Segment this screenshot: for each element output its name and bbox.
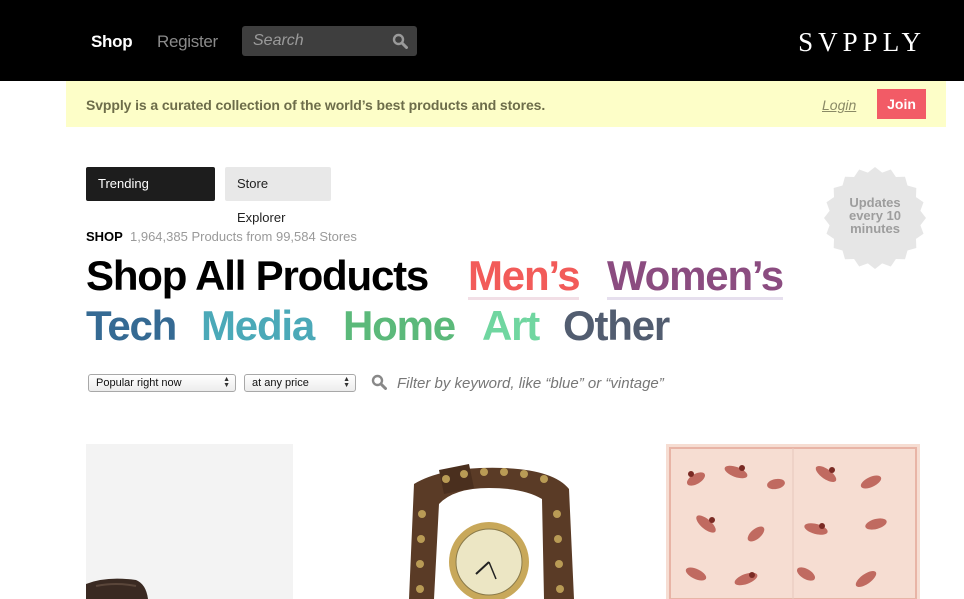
sort-select-value: Popular right now <box>96 377 182 389</box>
select-arrows-icon: ▲ ▼ <box>343 376 350 389</box>
category-home[interactable]: Home <box>343 302 456 350</box>
product-card[interactable] <box>86 444 293 599</box>
nav-register-link[interactable]: Register <box>157 32 218 52</box>
price-select-value: at any price <box>252 377 309 389</box>
category-tech[interactable]: Tech <box>86 302 177 350</box>
category-all-products[interactable]: Shop All Products <box>86 252 429 300</box>
boot-product-image <box>86 444 293 599</box>
price-select[interactable]: at any price ▲ ▼ <box>244 374 356 392</box>
tab-trending-products[interactable]: Trending Products <box>86 167 215 225</box>
studded-wrap-watch-product-image <box>384 444 591 599</box>
announcement-banner: Svpply is a curated collection of the wo… <box>66 81 946 127</box>
nav-shop-link[interactable]: Shop <box>91 32 133 52</box>
category-art[interactable]: Art <box>482 302 540 350</box>
update-badge-text: Updates every 10 minutes <box>823 196 927 235</box>
svpply-logo[interactable]: SVPPLY <box>798 27 926 58</box>
sort-select[interactable]: Popular right now ▲ ▼ <box>88 374 236 392</box>
shop-stats: 1,964,385 Products from 99,584 Stores <box>130 229 357 244</box>
pinup-print-scarf-product-image <box>666 444 920 599</box>
shop-label: SHOP <box>86 229 123 244</box>
search-icon[interactable] <box>392 33 408 49</box>
product-card[interactable] <box>666 444 920 599</box>
login-link[interactable]: Login <box>822 97 856 113</box>
category-womens[interactable]: Women’s <box>607 252 784 300</box>
category-mens[interactable]: Men’s <box>468 252 581 300</box>
search-input[interactable] <box>242 26 392 56</box>
keyword-filter-input[interactable] <box>397 372 717 394</box>
filter-search-icon <box>371 374 387 390</box>
join-button[interactable]: Join <box>877 89 926 119</box>
search-box <box>242 26 417 56</box>
category-media[interactable]: Media <box>201 302 315 350</box>
category-other[interactable]: Other <box>563 302 670 350</box>
banner-message: Svpply is a curated collection of the wo… <box>86 97 546 113</box>
tab-store-explorer[interactable]: Store Explorer <box>225 167 331 225</box>
top-navigation-bar: Shop Register SVPPLY <box>0 0 964 81</box>
product-card[interactable] <box>384 444 591 599</box>
badge-line: minutes <box>850 221 900 236</box>
select-arrows-icon: ▲ ▼ <box>223 376 230 389</box>
